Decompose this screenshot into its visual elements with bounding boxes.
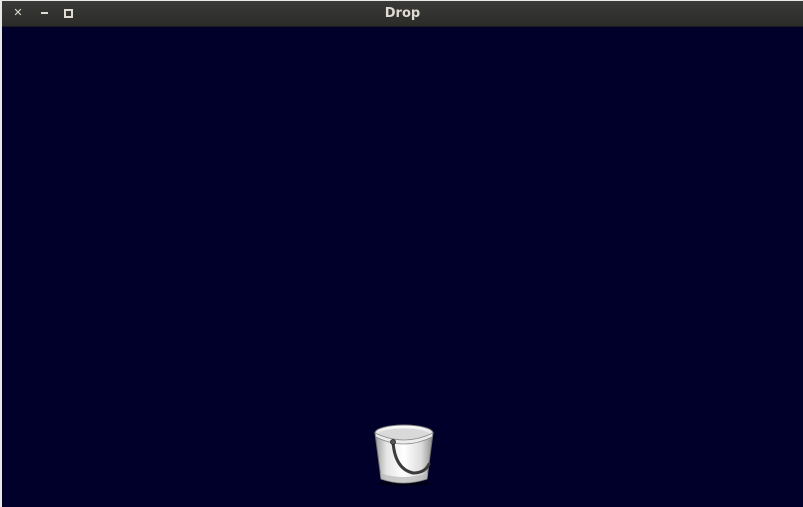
game-window: ✕ Drop: [2, 1, 803, 507]
game-canvas[interactable]: [2, 27, 803, 507]
bucket-icon[interactable]: [369, 421, 437, 487]
title-bar[interactable]: ✕ Drop: [2, 1, 803, 27]
window-title: Drop: [384, 6, 421, 21]
